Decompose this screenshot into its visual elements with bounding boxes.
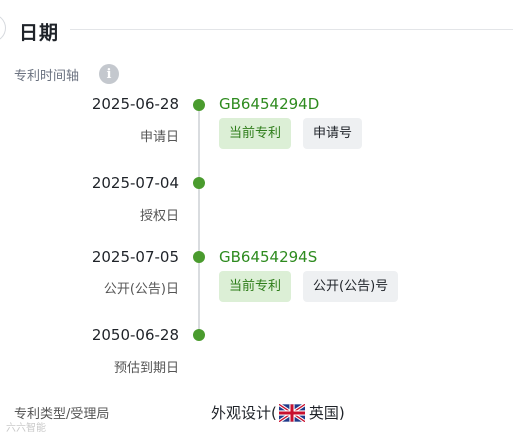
timeline-dot: [193, 329, 205, 341]
timeline-date: 2025-07-04: [91, 174, 179, 192]
close-paren: ): [338, 403, 345, 422]
office-name: 英国: [308, 404, 339, 422]
publication-number-link[interactable]: GB6454294S: [219, 248, 317, 266]
info-icon[interactable]: i: [99, 64, 119, 84]
open-paren: (: [271, 403, 277, 422]
timeline-dot: [193, 251, 205, 263]
title-divider: [70, 29, 513, 30]
timeline-event: 申请日: [139, 130, 179, 145]
patent-dates-panel: 日期 专利时间轴 i 2025-06-28 GB6454294D 申请日 当前专…: [0, 0, 513, 437]
timeline-event: 预估到期日: [113, 361, 179, 376]
timeline-date: 2025-07-05: [91, 248, 179, 266]
application-number-link[interactable]: GB6454294D: [219, 95, 319, 113]
timeline-dot: [193, 177, 205, 189]
timeline-label: 专利时间轴: [14, 69, 80, 84]
publication-number-tag: 公开(公告)号: [303, 271, 399, 302]
watermark: 六六智能: [6, 423, 46, 434]
timeline-date: 2050-06-28: [91, 326, 179, 344]
current-patent-tag: 当前专利: [219, 271, 292, 302]
timeline-axis: [198, 105, 200, 336]
current-patent-tag: 当前专利: [219, 118, 292, 149]
timeline-event: 授权日: [139, 209, 179, 224]
timeline-dot: [193, 99, 205, 111]
uk-flag-icon: [278, 403, 305, 422]
patent-type-text: 外观设计: [211, 404, 272, 422]
section-title: 日期: [19, 22, 60, 44]
collapse-handle[interactable]: [0, 14, 6, 42]
patent-type-value: 外观设计( 英国): [211, 402, 345, 423]
application-number-tag: 申请号: [303, 118, 363, 149]
timeline-date: 2025-06-28: [91, 95, 179, 113]
timeline-event: 公开(公告)日: [103, 282, 179, 297]
